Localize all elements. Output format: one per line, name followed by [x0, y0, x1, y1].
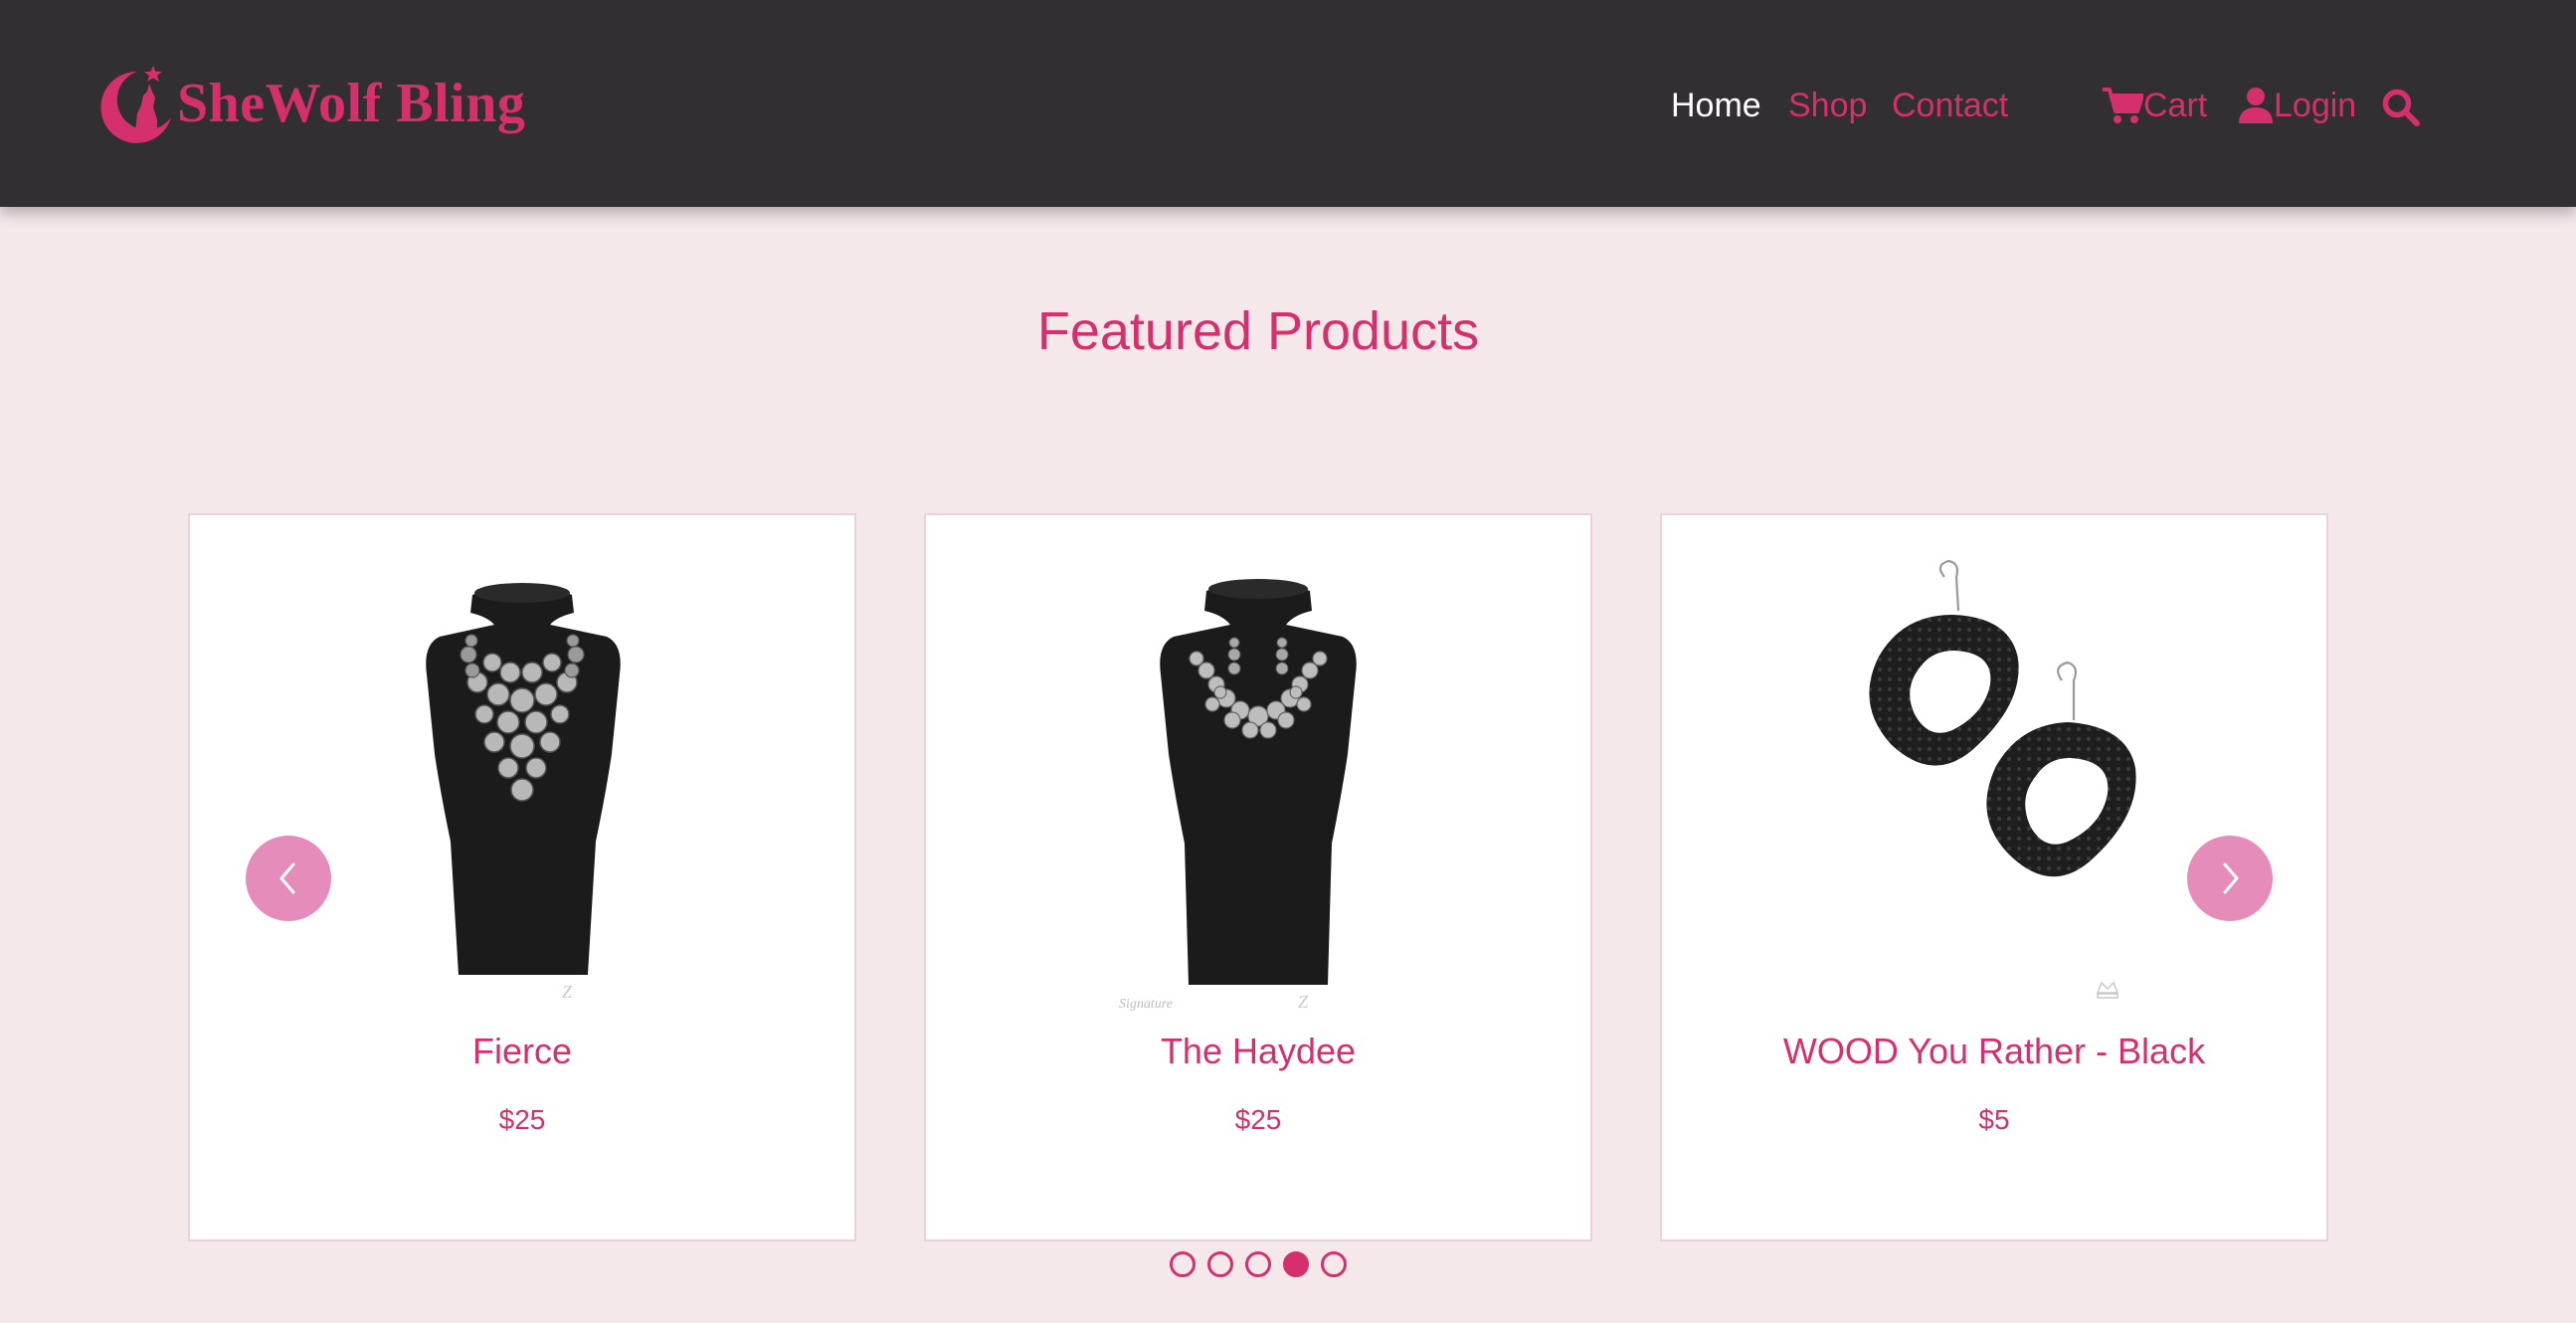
nav-home-link[interactable]: Home: [1671, 82, 1761, 129]
search-icon: [2382, 89, 2420, 126]
product-price: $25: [1234, 1104, 1282, 1135]
chevron-left-icon: [279, 862, 295, 894]
shopping-cart-icon: [2103, 88, 2143, 123]
nav-login-label: Login: [2274, 86, 2357, 124]
product-price: $5: [1978, 1104, 2010, 1135]
product-name[interactable]: WOOD You Rather - Black: [1662, 1031, 2326, 1072]
carousel-dot-1[interactable]: [1170, 1251, 1196, 1277]
nav-shop-link[interactable]: Shop: [1788, 82, 1867, 129]
carousel-pagination: [1170, 1251, 1347, 1277]
carousel-next-button[interactable]: [2187, 836, 2273, 921]
black-wood-earrings-image: [1869, 559, 2136, 999]
carousel-dot-3[interactable]: [1245, 1251, 1271, 1277]
carousel-dot-2[interactable]: [1207, 1251, 1233, 1277]
chevron-right-icon: [2223, 862, 2239, 894]
product-card[interactable]: Signature Z The Haydee $25: [924, 513, 1592, 1241]
brand-name: SheWolf Bling: [177, 73, 526, 134]
wolf-moon-logo-icon: [100, 66, 171, 143]
nav-contact-link[interactable]: Contact: [1892, 82, 2008, 129]
site-header: SheWolf Bling Home Shop Contact Cart Log…: [0, 0, 2576, 207]
product-image[interactable]: Z: [190, 555, 854, 1023]
nav-cart-link[interactable]: Cart: [2102, 80, 2207, 131]
nav-cart-label: Cart: [2143, 86, 2208, 124]
necklace-on-bust-image: Z: [426, 583, 621, 1002]
user-icon: [2239, 88, 2273, 123]
carousel-dot-4[interactable]: [1283, 1251, 1309, 1277]
search-button[interactable]: [2381, 82, 2421, 133]
product-image[interactable]: Signature Z: [926, 555, 1590, 1023]
svg-text:Z: Z: [1298, 992, 1309, 1012]
product-image[interactable]: [1662, 555, 2326, 1023]
product-price: $25: [498, 1104, 546, 1135]
carousel-prev-button[interactable]: [246, 836, 331, 921]
svg-text:Z: Z: [562, 982, 573, 1002]
product-name[interactable]: The Haydee: [926, 1031, 1590, 1072]
product-name[interactable]: Fierce: [190, 1031, 854, 1072]
svg-text:Signature: Signature: [1119, 997, 1173, 1012]
nav-login-link[interactable]: Login: [2238, 80, 2356, 131]
necklace-on-bust-image: Signature Z: [1119, 579, 1357, 1012]
carousel-dot-5[interactable]: [1321, 1251, 1347, 1277]
